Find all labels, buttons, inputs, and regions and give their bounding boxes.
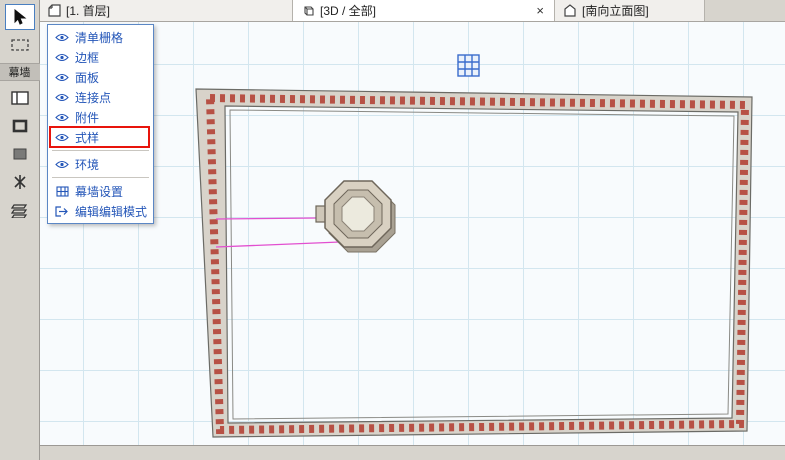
menu-separator: [52, 177, 149, 178]
exit-edit-mode-icon: [54, 205, 70, 217]
left-toolbar: 幕墙: [0, 0, 40, 460]
eye-icon: [54, 133, 70, 142]
eye-icon: [54, 53, 70, 62]
curtain-wall-outer-outline: [195, 88, 753, 438]
arrow-cursor-icon: [13, 9, 27, 25]
tab-label: [3D / 全部]: [320, 4, 377, 18]
menu-item-label: 编辑编辑模式: [75, 204, 148, 219]
tab-first-story[interactable]: [1. 首层]: [40, 0, 293, 21]
frame-tool-icon: [12, 119, 28, 133]
menu-item-label: 边框: [75, 50, 100, 65]
story-icon: [48, 4, 61, 17]
curtain-wall-inner-line: [229, 109, 735, 420]
elevation-icon: [563, 4, 577, 17]
curtain-wall-frame-button[interactable]: [5, 113, 35, 139]
curtain-wall-frame-band: [196, 89, 752, 437]
menu-item-label: 幕墙设置: [75, 184, 124, 199]
curtain-wall-frame-hatch: [205, 93, 750, 435]
menu-item-label: 式样: [75, 130, 100, 145]
menu-item-list-grid[interactable]: 清单栅格: [48, 27, 153, 47]
marquee-icon: [10, 38, 29, 52]
tab-bar-filler: [705, 0, 785, 21]
menu-item-label: 附件: [75, 110, 100, 125]
settings-grid-icon: [54, 185, 70, 197]
menu-item-style[interactable]: 式样: [48, 126, 153, 148]
marquee-button[interactable]: [5, 32, 35, 58]
eye-icon: [54, 73, 70, 82]
menu-item-junction[interactable]: 连接点: [48, 87, 153, 107]
curtain-wall-visibility-menu: 清单栅格 边框 面板 连接点 附件 式样 环境 幕墙设置 编辑编辑模式: [47, 24, 154, 224]
menu-item-attachment[interactable]: 附件: [48, 107, 153, 127]
tab-bar: [1. 首层] [3D / 全部] × [南向立面图]: [40, 0, 785, 22]
boundary-tool-icon: [10, 91, 29, 105]
curtain-wall-junction-button[interactable]: [5, 169, 35, 195]
curtain-wall-boundary-button[interactable]: [5, 85, 35, 111]
eye-icon: [54, 93, 70, 102]
junction-tool-icon: [12, 174, 28, 190]
eye-icon: [54, 160, 70, 169]
menu-item-label: 连接点: [75, 90, 112, 105]
curtain-wall-grid-symbol[interactable]: [457, 54, 480, 77]
octagon-junction-object[interactable]: [315, 180, 396, 253]
curtain-wall-panel-button[interactable]: [5, 141, 35, 167]
menu-item-edit-mode[interactable]: 编辑编辑模式: [48, 201, 153, 221]
magenta-guide-line-2: [215, 241, 341, 248]
curtain-wall-accessory-button[interactable]: [5, 197, 35, 223]
eye-icon: [54, 113, 70, 122]
toolbar-group-label: 幕墙: [0, 63, 40, 81]
menu-item-panel[interactable]: 面板: [48, 67, 153, 87]
menu-item-label: 环境: [75, 157, 100, 172]
tab-south-elevation[interactable]: [南向立面图]: [555, 0, 705, 21]
menu-item-label: 清单栅格: [75, 30, 124, 45]
tab-label: [南向立面图]: [582, 4, 649, 18]
menu-item-border[interactable]: 边框: [48, 47, 153, 67]
panel-tool-icon: [12, 147, 28, 161]
horizontal-scrollbar[interactable]: [40, 445, 785, 460]
menu-item-label: 面板: [75, 70, 100, 85]
menu-item-curtain-wall-settings[interactable]: 幕墙设置: [48, 181, 153, 201]
eye-icon: [54, 33, 70, 42]
tab-label: [1. 首层]: [66, 4, 111, 18]
cube-3d-icon: [301, 4, 315, 17]
menu-item-environment[interactable]: 环境: [48, 154, 153, 174]
menu-separator: [52, 150, 149, 151]
tab-3d-all[interactable]: [3D / 全部] ×: [293, 0, 555, 21]
curtain-wall-inner-outline: [224, 105, 739, 424]
accessory-tool-icon: [10, 202, 29, 218]
close-tab-icon[interactable]: ×: [534, 4, 546, 17]
select-arrow-button[interactable]: [4, 4, 35, 30]
